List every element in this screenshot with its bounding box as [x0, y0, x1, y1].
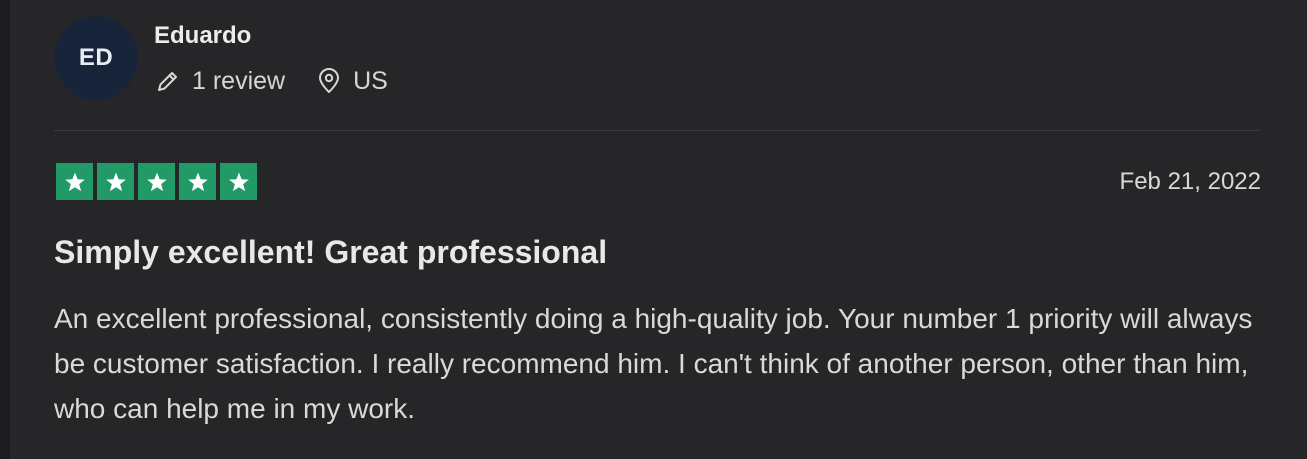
star-icon — [138, 163, 175, 200]
reviewer-meta: 1 review US — [156, 66, 388, 96]
star-icon — [220, 163, 257, 200]
review-body: An excellent professional, consistently … — [54, 303, 1253, 424]
pencil-icon — [156, 69, 180, 93]
review-count[interactable]: 1 review — [156, 67, 285, 96]
avatar[interactable]: ED — [54, 16, 138, 100]
divider — [54, 130, 1260, 131]
location-pin-icon — [317, 68, 341, 94]
reviewer-country: US — [317, 67, 388, 96]
star-rating — [56, 163, 257, 200]
reviewer-name[interactable]: Eduardo — [154, 22, 251, 50]
review-title[interactable]: Simply excellent! Great professional — [54, 234, 607, 271]
country-label: US — [353, 66, 388, 95]
star-icon — [97, 163, 134, 200]
review-count-label: 1 review — [192, 66, 286, 95]
star-icon — [179, 163, 216, 200]
page-edge — [0, 0, 10, 459]
star-icon — [56, 163, 93, 200]
review-card: ED Eduardo 1 review US Feb 21, 2022 Simp… — [10, 0, 1307, 459]
review-date: Feb 21, 2022 — [1119, 168, 1261, 195]
